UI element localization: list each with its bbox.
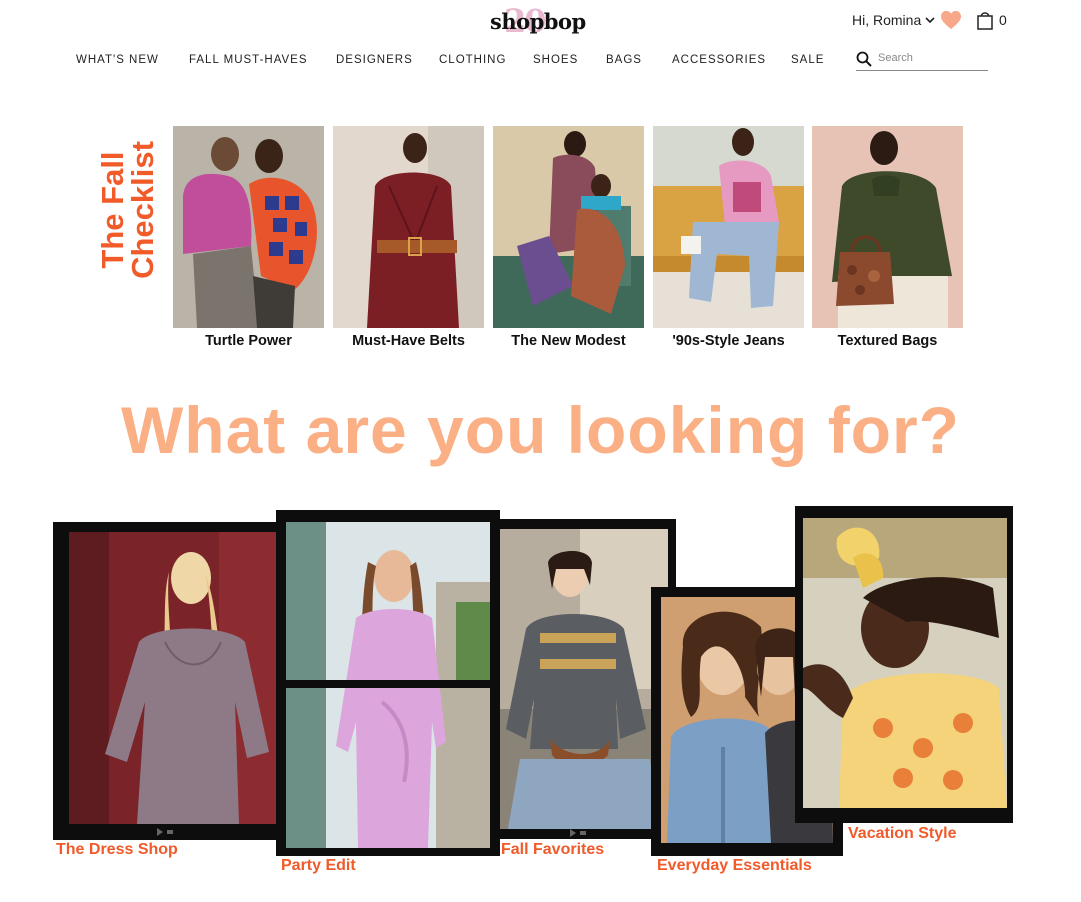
nav-bags[interactable]: BAGS: [606, 54, 642, 66]
section-headline: What are you looking for?: [120, 393, 960, 467]
checklist-tile-turtle-power[interactable]: Turtle Power: [173, 126, 324, 349]
party-edit-photo: [286, 522, 490, 848]
search-box: [856, 50, 988, 71]
fall-favorites-photo: [500, 529, 668, 829]
bag-count: 0: [999, 12, 1007, 28]
turtle-power-photo: [173, 126, 324, 328]
90s-jeans-photo: [653, 126, 804, 328]
nav-designers[interactable]: DESIGNERS: [336, 54, 413, 66]
category-vacation-style-card[interactable]: [795, 506, 1013, 823]
nav-fall-must-haves[interactable]: FALL MUST-HAVES: [189, 54, 308, 66]
logo-wordmark: shopbop: [490, 9, 586, 34]
heart-icon[interactable]: [940, 10, 962, 30]
checklist-tile-new-modest[interactable]: The New Modest: [493, 126, 644, 349]
vacation-style-photo: [803, 518, 1007, 808]
shopbop-logo[interactable]: 20 shopbop: [490, 2, 586, 40]
shopping-bag-icon[interactable]: [976, 10, 994, 30]
film-marker-icon: [570, 829, 586, 837]
new-modest-photo: [493, 126, 644, 328]
category-label-dress-shop[interactable]: The Dress Shop: [56, 841, 178, 859]
category-label-everyday-essentials[interactable]: Everyday Essentials: [657, 857, 812, 875]
category-fall-favorites-card[interactable]: [498, 519, 676, 839]
checklist-tile-90s-jeans[interactable]: '90s-Style Jeans: [653, 126, 804, 349]
nav-accessories[interactable]: ACCESSORIES: [672, 54, 766, 66]
nav-sale[interactable]: SALE: [791, 54, 824, 66]
search-input[interactable]: [878, 52, 984, 64]
textured-bags-photo: [812, 126, 963, 328]
category-party-edit-card[interactable]: [276, 510, 500, 856]
tile-caption: Must-Have Belts: [352, 333, 465, 349]
checklist-title-line2: Checklist: [125, 141, 160, 279]
search-icon[interactable]: [856, 51, 872, 67]
category-label-vacation-style[interactable]: Vacation Style: [848, 825, 957, 843]
tile-caption: The New Modest: [511, 333, 626, 349]
tile-caption: Turtle Power: [205, 333, 292, 349]
must-have-belts-photo: [333, 126, 484, 328]
account-menu[interactable]: Hi, Romina: [852, 12, 935, 28]
tile-caption: Textured Bags: [837, 333, 938, 349]
checklist-tile-must-have-belts[interactable]: Must-Have Belts: [333, 126, 484, 349]
greeting-text: Hi, Romina: [852, 12, 922, 28]
chevron-down-icon: [925, 17, 935, 24]
category-label-party-edit[interactable]: Party Edit: [281, 857, 356, 875]
checklist-tile-textured-bags[interactable]: Textured Bags: [812, 126, 963, 349]
category-dress-shop-card[interactable]: [53, 522, 284, 840]
category-label-fall-favorites[interactable]: Fall Favorites: [501, 841, 604, 859]
nav-shoes[interactable]: SHOES: [533, 54, 578, 66]
nav-whats-new[interactable]: WHAT'S NEW: [76, 54, 159, 66]
tile-caption: '90s-Style Jeans: [672, 333, 785, 349]
film-marker-icon: [157, 828, 173, 836]
dress-shop-photo: [69, 532, 277, 824]
nav-clothing[interactable]: CLOTHING: [439, 54, 506, 66]
fall-checklist-title: The Fall Checklist: [95, 128, 161, 292]
